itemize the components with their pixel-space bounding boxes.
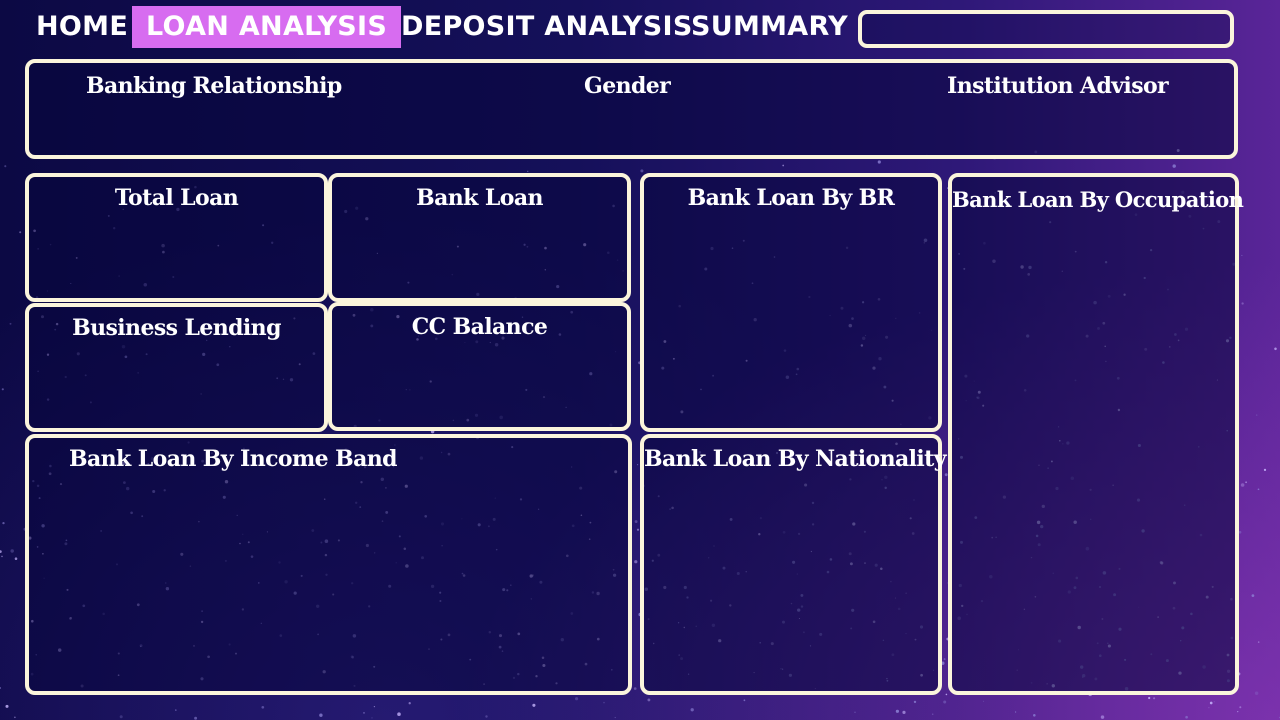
bank-loan-by-income-band-chart[interactable]: Bank Loan By Income Band <box>25 434 632 695</box>
bank-loan-by-br-title: Bank Loan By BR <box>687 185 895 211</box>
nav-summary[interactable]: SUMMARY <box>691 6 848 48</box>
search-input[interactable] <box>858 10 1234 48</box>
bank-loan-by-occupation-chart[interactable]: Bank Loan By Occupation <box>948 173 1244 695</box>
nav-loan-analysis[interactable]: LOAN ANALYSIS <box>132 6 402 48</box>
bank-loan-by-nationality-chart[interactable]: Bank Loan By Nationality <box>640 434 947 695</box>
nav-home[interactable]: HOME <box>36 6 128 48</box>
total-loan-card: Total Loan <box>25 173 328 302</box>
cc-balance-title: CC Balance <box>411 314 548 340</box>
cc-balance-card: CC Balance <box>328 302 631 431</box>
institution-advisor-filter[interactable]: Institution Advisor <box>947 73 1169 99</box>
filter-panel: Banking Relationship Gender Institution … <box>25 59 1238 159</box>
gender-filter[interactable]: Gender <box>584 73 671 99</box>
business-lending-title: Business Lending <box>72 315 281 341</box>
banking-relationship-filter[interactable]: Banking Relationship <box>86 73 342 99</box>
business-lending-card: Business Lending <box>25 303 328 432</box>
bank-loan-by-occupation-title: Bank Loan By Occupation <box>952 187 1244 212</box>
bank-loan-by-br-chart[interactable]: Bank Loan By BR <box>640 173 942 432</box>
bank-loan-by-nationality-title: Bank Loan By Nationality <box>644 446 947 472</box>
bank-loan-title: Bank Loan <box>416 185 543 211</box>
total-loan-title: Total Loan <box>114 185 239 211</box>
bank-loan-card: Bank Loan <box>328 173 631 302</box>
nav-deposit-analysis[interactable]: DEPOSIT ANALYSIS <box>401 6 693 48</box>
bank-loan-by-income-band-title: Bank Loan By Income Band <box>69 446 398 472</box>
